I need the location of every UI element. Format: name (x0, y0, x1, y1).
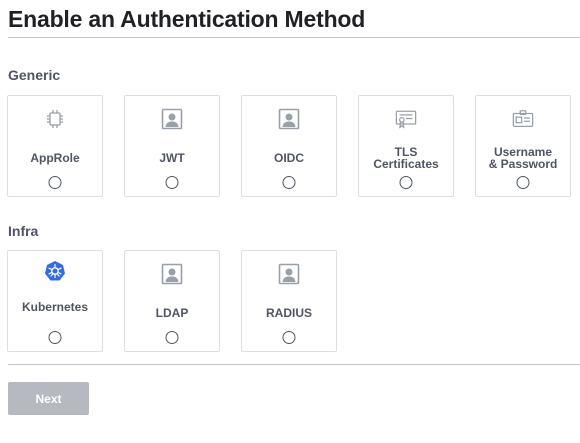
method-card-oidc[interactable]: OIDC (241, 95, 337, 197)
method-label: TLS Certificates (373, 145, 439, 171)
method-label: LDAP (155, 306, 189, 320)
user-box-icon (278, 108, 300, 130)
certificate-icon (395, 108, 417, 130)
section-title-infra: Infra (8, 223, 39, 239)
title-divider (8, 37, 580, 38)
method-label: AppRole (30, 151, 80, 165)
id-card-icon (512, 108, 534, 130)
section-title-generic: Generic (8, 67, 61, 83)
kubernetes-icon (44, 260, 66, 282)
method-radio-approle[interactable] (48, 176, 62, 189)
method-card-approle[interactable]: AppRole (7, 95, 103, 197)
method-card-jwt[interactable]: JWT (124, 95, 220, 197)
method-card-radius[interactable]: RADIUS (241, 250, 337, 352)
method-label: OIDC (274, 151, 304, 165)
method-label: RADIUS (265, 306, 312, 320)
method-radio-oidc[interactable] (282, 176, 296, 189)
method-radio-tls-certificates[interactable] (399, 176, 413, 189)
next-button[interactable]: Next (8, 382, 89, 415)
method-label: Username & Password (488, 145, 558, 171)
method-label: JWT (159, 151, 185, 165)
footer-divider (8, 364, 580, 365)
user-box-icon (161, 108, 183, 130)
user-box-icon (278, 263, 300, 285)
user-box-icon (161, 263, 183, 285)
method-radio-ldap[interactable] (165, 331, 179, 344)
method-card-ldap[interactable]: LDAP (124, 250, 220, 352)
method-card-kubernetes[interactable]: Kubernetes (7, 250, 103, 352)
generic-methods: AppRole JWT OIDC TLS Certificates Userna… (7, 95, 571, 197)
method-radio-jwt[interactable] (165, 176, 179, 189)
method-card-tls-certificates[interactable]: TLS Certificates (358, 95, 454, 197)
method-card-username-password[interactable]: Username & Password (475, 95, 571, 197)
method-radio-username-password[interactable] (516, 176, 530, 189)
infra-methods: Kubernetes LDAP RADIUS (7, 250, 337, 352)
page-title: Enable an Authentication Method (8, 6, 366, 32)
method-radio-radius[interactable] (282, 331, 296, 344)
chip-icon (44, 108, 66, 130)
method-radio-kubernetes[interactable] (48, 331, 62, 344)
method-label: Kubernetes (21, 300, 89, 314)
